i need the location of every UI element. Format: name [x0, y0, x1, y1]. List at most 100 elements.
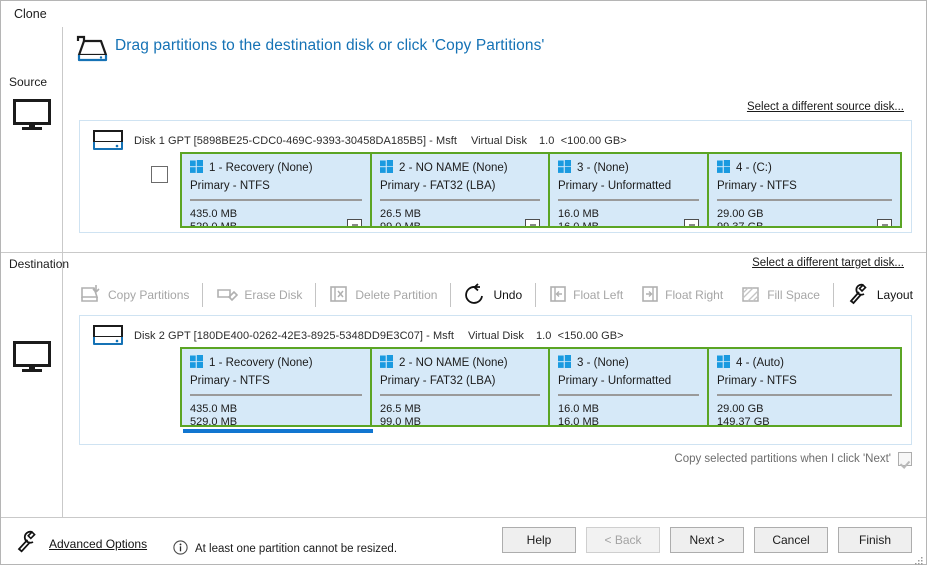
- fill-space-button[interactable]: Fill Space: [732, 281, 829, 310]
- partition-footer: 26.5 MB 99.0 MB: [380, 208, 540, 226]
- partition-total: 99.37 GB: [717, 221, 763, 226]
- partition-total: 529.0 MB: [190, 221, 237, 226]
- partition-name: 1 - Recovery (None): [209, 357, 313, 369]
- source-partition-strip: 1 - Recovery (None) Primary - NTFS 435.0…: [180, 152, 902, 228]
- partition-total: 16.0 MB: [558, 416, 599, 425]
- select-source-disk-link[interactable]: Select a different source disk...: [747, 101, 904, 113]
- cancel-button[interactable]: Cancel: [754, 527, 828, 553]
- copy-on-next-row[interactable]: Copy selected partitions when I click 'N…: [674, 452, 912, 466]
- partition-type: Primary - NTFS: [190, 375, 362, 387]
- window-title-bar: Clone: [1, 1, 926, 27]
- float-left-button[interactable]: Float Left: [540, 281, 632, 310]
- partition-usage-bar: [190, 394, 362, 396]
- partition-total: 16.0 MB: [558, 221, 599, 226]
- partition-type: Primary - NTFS: [717, 375, 892, 387]
- partition-total: 99.0 MB: [380, 416, 421, 425]
- erase-disk-button[interactable]: Erase Disk: [207, 281, 311, 310]
- undo-button[interactable]: Undo: [455, 280, 531, 311]
- partition-total: 149.37 GB: [717, 416, 770, 425]
- source-rail-label: Source: [9, 75, 47, 89]
- copy-partitions-button[interactable]: Copy Partitions: [71, 281, 198, 310]
- undo-label: Undo: [493, 288, 522, 302]
- partition-title: 4 - (C:): [717, 160, 892, 176]
- page-title: Drag partitions to the destination disk …: [115, 37, 545, 55]
- partition-type: Primary - FAT32 (LBA): [380, 180, 540, 192]
- partition-resize-handle[interactable]: [525, 219, 540, 226]
- delete-partition-label: Delete Partition: [355, 288, 437, 302]
- layout-wrench-icon: [847, 283, 871, 308]
- status-message-text: At least one partition cannot be resized…: [195, 543, 397, 555]
- source-rail: Source: [1, 27, 63, 252]
- partition-name: 4 - (C:): [736, 162, 772, 174]
- monitor-icon: [13, 341, 51, 376]
- partition-usage-bar: [380, 199, 540, 201]
- partition-footer: 16.0 MB 16.0 MB: [558, 403, 699, 425]
- partition-title: 1 - Recovery (None): [190, 355, 362, 371]
- destination-disk-id: Disk 2 GPT [180DE400-0262-42E3-8925-5348…: [134, 330, 454, 342]
- source-main: Drag partitions to the destination disk …: [63, 27, 926, 252]
- help-button[interactable]: Help: [502, 527, 576, 553]
- windows-logo-icon: [190, 160, 203, 176]
- partition-sizes: 29.00 GB 149.37 GB: [717, 403, 770, 425]
- partition-usage-bar: [558, 199, 699, 201]
- status-message-row: At least one partition cannot be resized…: [173, 540, 397, 558]
- fill-space-icon: [741, 284, 761, 307]
- finish-button[interactable]: Finish: [838, 527, 912, 553]
- partition-usage-bar: [558, 394, 699, 396]
- destination-partition-4[interactable]: 4 - (Auto) Primary - NTFS 29.00 GB 149.3…: [709, 349, 900, 425]
- next-button[interactable]: Next >: [670, 527, 744, 553]
- partition-resize-handle[interactable]: [684, 219, 699, 226]
- select-target-disk-link[interactable]: Select a different target disk...: [752, 257, 904, 269]
- float-right-button[interactable]: Float Right: [632, 281, 732, 310]
- source-partition-4[interactable]: 4 - (C:) Primary - NTFS 29.00 GB 99.37 G…: [709, 154, 900, 226]
- source-partition-3[interactable]: 3 - (None) Primary - Unformatted 16.0 MB…: [550, 154, 709, 226]
- partition-title: 3 - (None): [558, 355, 699, 371]
- source-partition-2[interactable]: 2 - NO NAME (None) Primary - FAT32 (LBA)…: [372, 154, 550, 226]
- layout-label: Layout: [877, 288, 913, 302]
- source-disk-id: Disk 1 GPT [5898BE25-CDC0-469C-9393-3045…: [134, 135, 457, 147]
- destination-rail: Destination: [1, 253, 63, 517]
- partition-title: 3 - (None): [558, 160, 699, 176]
- source-disk-capacity: <100.00 GB>: [561, 135, 627, 147]
- disk-icon: [90, 321, 126, 354]
- partition-used: 26.5 MB: [380, 403, 421, 416]
- source-disk-select-checkbox[interactable]: [151, 166, 168, 183]
- partition-name: 4 - (Auto): [736, 357, 784, 369]
- destination-partition-2[interactable]: 2 - NO NAME (None) Primary - FAT32 (LBA)…: [372, 349, 550, 425]
- partition-resize-handle[interactable]: [347, 219, 362, 226]
- partition-total: 529.0 MB: [190, 416, 237, 425]
- float-right-icon: [641, 284, 659, 307]
- advanced-options-label[interactable]: Advanced Options: [49, 537, 147, 551]
- destination-partition-3[interactable]: 3 - (None) Primary - Unformatted 16.0 MB…: [550, 349, 709, 425]
- layout-button[interactable]: Layout: [838, 280, 922, 311]
- destination-partition-strip: 1 - Recovery (None) Primary - NTFS 435.0…: [180, 347, 902, 427]
- disk-icon: [90, 126, 126, 159]
- partition-sizes: 16.0 MB 16.0 MB: [558, 208, 599, 226]
- partition-name: 3 - (None): [577, 162, 629, 174]
- resize-grip[interactable]: [915, 554, 923, 562]
- erase-disk-icon: [216, 284, 238, 307]
- destination-disk-model: Virtual Disk: [468, 330, 524, 342]
- partition-used: 29.00 GB: [717, 208, 763, 221]
- partition-usage-bar: [717, 199, 892, 201]
- destination-partition-1[interactable]: 1 - Recovery (None) Primary - NTFS 435.0…: [182, 349, 372, 425]
- toolbar-divider: [833, 283, 834, 307]
- partition-type: Primary - NTFS: [190, 180, 362, 192]
- delete-partition-button[interactable]: Delete Partition: [320, 281, 446, 310]
- partition-used: 29.00 GB: [717, 403, 770, 416]
- copy-on-next-checkbox[interactable]: [898, 452, 912, 466]
- source-disk-card: Disk 1 GPT [5898BE25-CDC0-469C-9393-3045…: [79, 120, 912, 233]
- partition-used: 26.5 MB: [380, 208, 421, 221]
- advanced-options[interactable]: Advanced Options: [15, 530, 147, 557]
- partition-resize-handle[interactable]: [877, 219, 892, 226]
- windows-logo-icon: [380, 355, 393, 371]
- source-disk-model: Virtual Disk: [471, 135, 527, 147]
- partition-used: 435.0 MB: [190, 403, 237, 416]
- copy-partitions-icon: [80, 284, 102, 307]
- partition-name: 2 - NO NAME (None): [399, 357, 508, 369]
- partition-type: Primary - Unformatted: [558, 180, 699, 192]
- destination-disk-capacity: <150.00 GB>: [558, 330, 624, 342]
- toolbar-divider: [450, 283, 451, 307]
- source-partition-1[interactable]: 1 - Recovery (None) Primary - NTFS 435.0…: [182, 154, 372, 226]
- destination-disk-revision: 1.0: [536, 330, 551, 342]
